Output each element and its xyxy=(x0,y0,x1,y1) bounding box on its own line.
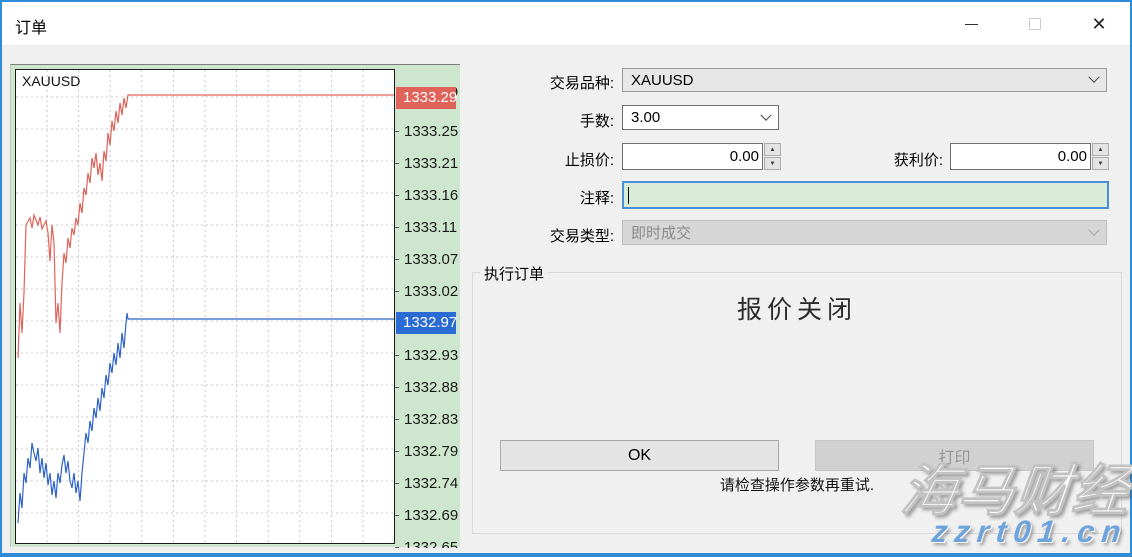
price-tick: 1333.21 xyxy=(395,147,461,179)
volume-select[interactable]: 3.00 xyxy=(622,105,779,130)
bid-price-badge: 1332.97 xyxy=(396,312,456,334)
stop-loss-label: 止损价: xyxy=(462,149,614,170)
stop-loss-input[interactable] xyxy=(622,143,763,170)
ask-price-badge: 1333.29 xyxy=(396,87,456,109)
price-tick: 1333.16 xyxy=(395,179,461,211)
volume-label: 手数: xyxy=(462,110,614,131)
close-icon: ✕ xyxy=(1091,14,1106,35)
watermark-site: zzrt01.cn xyxy=(930,514,1129,550)
chart-symbol-label: XAUUSD xyxy=(22,73,80,89)
price-scale: 1333.29 1333.29 1332.97 1333.25 1333.21 … xyxy=(395,69,461,548)
price-tick: 1332.69 xyxy=(395,499,461,531)
price-tick: 1332.83 xyxy=(395,403,461,435)
stop-loss-spinner: ▲ ▼ xyxy=(764,143,781,170)
price-tick: 1332.74 xyxy=(395,467,461,499)
ok-button[interactable]: OK xyxy=(500,440,779,471)
take-profit-input[interactable] xyxy=(950,143,1091,170)
quote-chart-panel: XAUUSD 1333.29 1333.29 1332.97 1333.25 1… xyxy=(10,64,460,547)
order-dialog-window: 订单 ✕ XAUUSD 1333.29 1333.29 1332.97 1333… xyxy=(0,0,1132,557)
symbol-label: 交易品种: xyxy=(462,72,614,93)
minimize-button[interactable] xyxy=(940,2,1002,46)
order-type-label: 交易类型: xyxy=(462,225,614,246)
price-tick: 1333.02 xyxy=(395,275,461,307)
window-title: 订单 xyxy=(15,14,47,38)
symbol-value: XAUUSD xyxy=(631,72,694,89)
minimize-icon xyxy=(965,24,978,25)
execution-group-title: 执行订单 xyxy=(480,263,548,284)
price-tick: 1333.07 xyxy=(395,243,461,275)
stop-loss-field: ▲ ▼ xyxy=(622,143,781,170)
tick-chart-plot: XAUUSD xyxy=(15,69,395,544)
maximize-button xyxy=(1004,2,1066,46)
text-caret xyxy=(628,187,629,204)
spin-up-button[interactable]: ▲ xyxy=(764,143,781,156)
comment-input[interactable] xyxy=(622,181,1109,209)
order-type-select: 即时成交 xyxy=(622,220,1107,245)
chevron-down-icon xyxy=(760,109,771,120)
bid-line xyxy=(18,313,394,523)
price-tick: 1333.25 xyxy=(395,115,461,147)
price-tick: 1332.88 xyxy=(395,371,461,403)
spin-up-button[interactable]: ▲ xyxy=(1092,143,1109,156)
chevron-down-icon xyxy=(1088,224,1099,235)
title-bar: 订单 ✕ xyxy=(2,2,1130,46)
price-tick: 1332.65 xyxy=(395,531,461,548)
spin-down-button[interactable]: ▼ xyxy=(764,157,781,170)
spin-down-button[interactable]: ▼ xyxy=(1092,157,1109,170)
order-type-value: 即时成交 xyxy=(631,222,691,243)
price-tick: 1332.79 xyxy=(395,435,461,467)
price-ticks-lower: 1332.93 1332.88 1332.83 1332.79 1332.74 … xyxy=(395,339,461,548)
take-profit-spinner: ▲ ▼ xyxy=(1092,143,1109,170)
maximize-icon xyxy=(1029,18,1041,30)
symbol-select[interactable]: XAUUSD xyxy=(622,68,1107,92)
comment-label: 注释: xyxy=(462,187,614,208)
take-profit-label: 获利价: xyxy=(822,149,943,170)
chart-lines xyxy=(16,70,394,543)
price-tick: 1333.11 xyxy=(395,211,461,243)
chevron-down-icon xyxy=(1088,72,1099,83)
price-tick: 1332.93 xyxy=(395,339,461,371)
price-ticks-upper: 1333.25 1333.21 1333.16 1333.11 1333.07 … xyxy=(395,115,461,307)
close-button[interactable]: ✕ xyxy=(1068,2,1130,46)
take-profit-field: ▲ ▼ xyxy=(950,143,1109,170)
quotes-closed-message: 报价关闭 xyxy=(472,290,1122,326)
volume-value: 3.00 xyxy=(631,109,660,126)
